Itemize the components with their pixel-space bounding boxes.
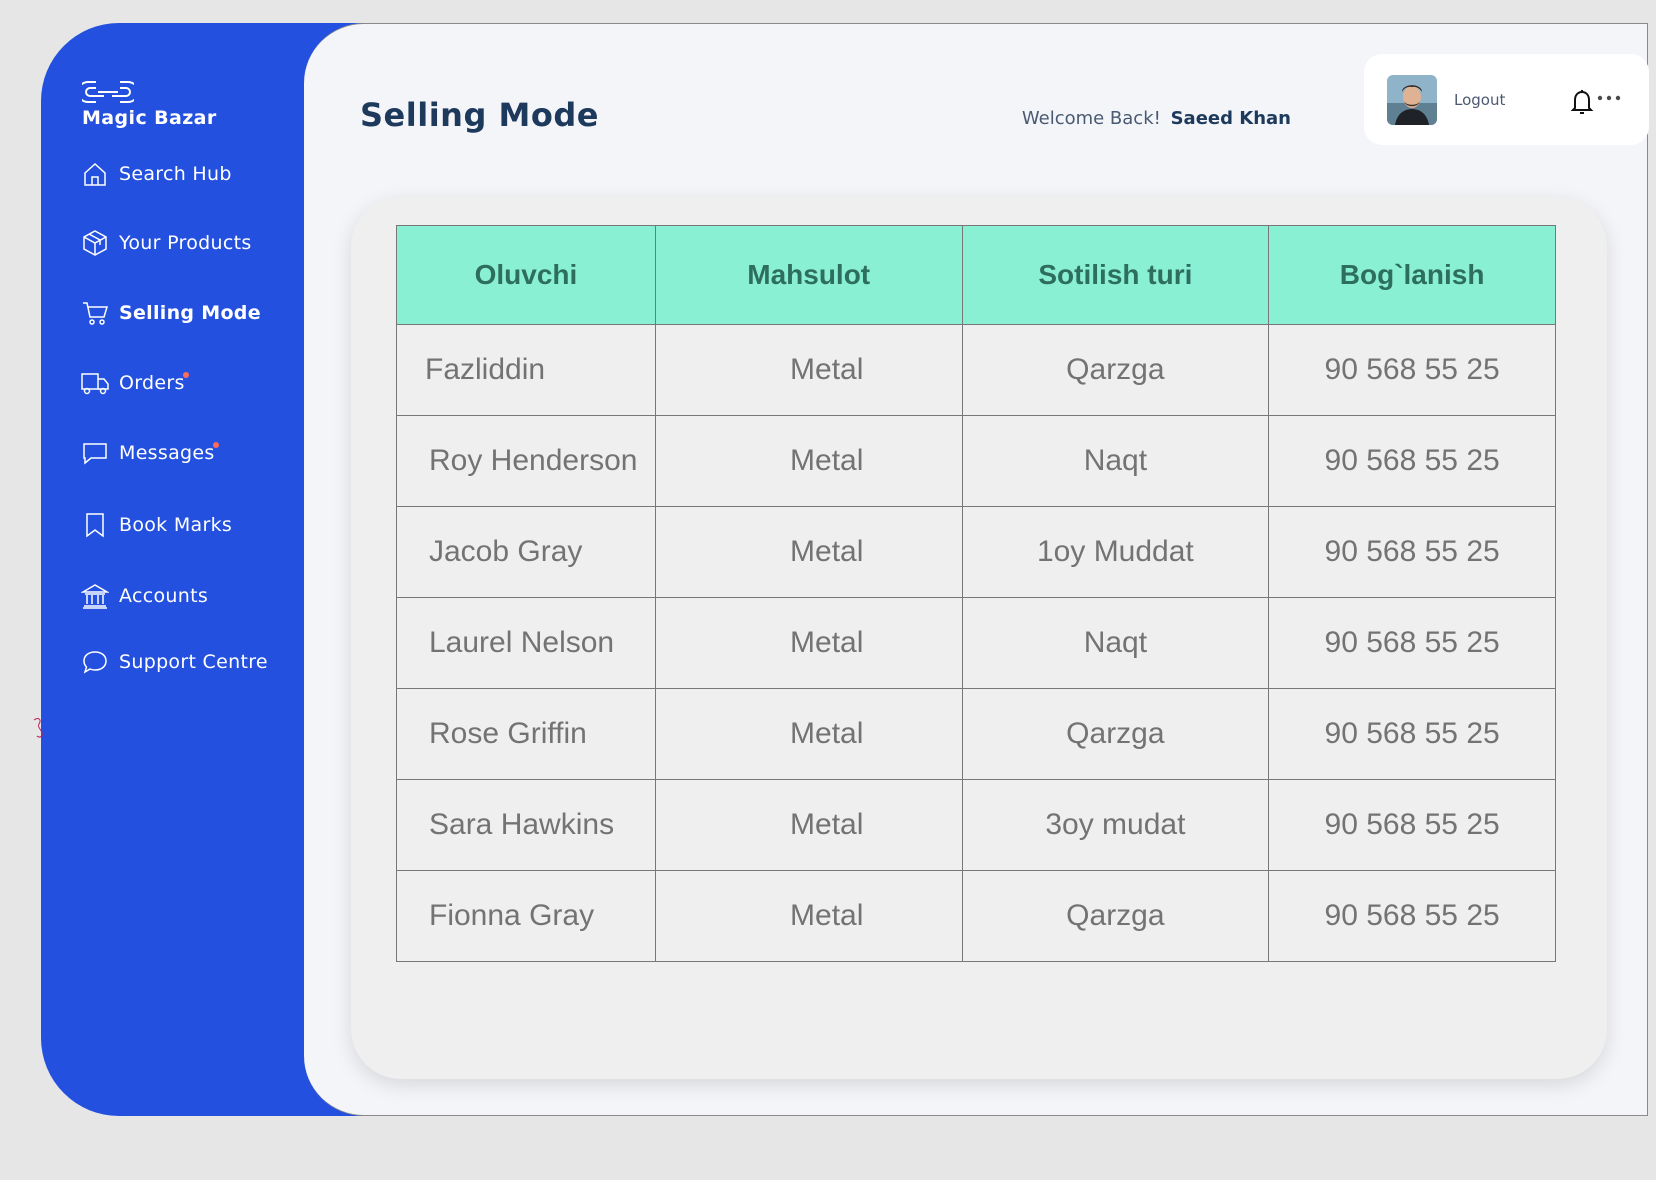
contact-cell: 90 568 55 25 [1268, 779, 1556, 871]
buyer-cell: Rose Griffin [396, 688, 656, 780]
sidebar-item-label: Accounts [119, 585, 209, 607]
main-content: Selling Mode Welcome Back! Saeed Khan Lo… [304, 23, 1649, 1116]
package-icon [81, 229, 109, 257]
sidebar-item-label: Support Centre [119, 651, 268, 673]
sale-type-cell: 3oy mudat [961, 779, 1270, 871]
welcome-message: Welcome Back! Saeed Khan [1022, 108, 1291, 129]
bookmark-icon [81, 511, 109, 539]
contact-cell: 90 568 55 25 [1268, 688, 1556, 780]
sale-type-cell: Qarzga [961, 870, 1270, 962]
sidebar-item-label: Search Hub [119, 163, 232, 185]
buyer-cell: Fionna Gray [396, 870, 656, 962]
page-title: Selling Mode [360, 96, 599, 134]
column-header-product[interactable]: Mahsulot [654, 225, 963, 325]
sidebar-item-label: Your Products [119, 232, 252, 254]
logo-icon [82, 81, 134, 103]
bank-icon [81, 582, 109, 610]
contact-cell: 90 568 55 25 [1268, 597, 1556, 689]
home-icon [81, 160, 109, 188]
user-name: Saeed Khan [1170, 108, 1291, 129]
sidebar-item-orders[interactable]: Orders [81, 369, 189, 397]
column-header-sale-type[interactable]: Sotilish turi [961, 225, 1270, 325]
sidebar-item-accounts[interactable]: Accounts [81, 582, 208, 610]
sale-type-cell: Qarzga [961, 688, 1270, 780]
table-row[interactable]: Roy Henderson Metal Naqt 90 568 55 25 [396, 415, 1556, 507]
sidebar-item-messages[interactable]: Messages [81, 439, 219, 467]
table-row[interactable]: Laurel Nelson Metal Naqt 90 568 55 25 [396, 597, 1556, 689]
product-cell: Metal [654, 870, 963, 962]
sale-type-cell: Naqt [961, 597, 1270, 689]
buyer-cell: Jacob Gray [396, 506, 656, 598]
sidebar-item-your-products[interactable]: Your Products [81, 229, 252, 257]
logout-button[interactable]: Logout [1454, 91, 1505, 109]
user-card: Logout [1364, 54, 1649, 145]
contact-cell: 90 568 55 25 [1268, 506, 1556, 598]
product-cell: Metal [654, 324, 963, 416]
product-cell: Metal [654, 779, 963, 871]
sidebar-item-search-hub[interactable]: Search Hub [81, 160, 232, 188]
avatar[interactable] [1387, 75, 1437, 125]
truck-icon [81, 369, 109, 397]
contact-cell: 90 568 55 25 [1268, 415, 1556, 507]
logo[interactable]: Magic Bazar [82, 79, 217, 129]
buyer-cell: Laurel Nelson [396, 597, 656, 689]
sale-type-cell: Qarzga [961, 324, 1270, 416]
notification-dot [212, 442, 219, 448]
buyer-cell: Sara Hawkins [396, 779, 656, 871]
table-row[interactable]: Sara Hawkins Metal 3oy mudat 90 568 55 2… [396, 779, 1556, 871]
sale-type-cell: Naqt [961, 415, 1270, 507]
scribble-mark [33, 718, 43, 738]
sidebar-item-label: Book Marks [119, 514, 233, 536]
table-row[interactable]: Fionna Gray Metal Qarzga 90 568 55 25 [396, 870, 1556, 962]
welcome-text: Welcome Back! [1021, 108, 1161, 129]
sale-type-cell: 1oy Muddat [961, 506, 1270, 598]
table-row[interactable]: Rose Griffin Metal Qarzga 90 568 55 25 [396, 688, 1556, 780]
sidebar-item-label: Orders [119, 372, 189, 394]
sidebar-item-selling-mode[interactable]: Selling Mode [81, 299, 261, 327]
sales-table-card: Oluvchi Mahsulot Sotilish turi Bog`lanis… [351, 197, 1607, 1079]
product-cell: Metal [654, 597, 963, 689]
buyer-cell: Fazliddin [396, 324, 656, 416]
contact-cell: 90 568 55 25 [1268, 870, 1556, 962]
product-cell: Metal [654, 688, 963, 780]
product-cell: Metal [654, 415, 963, 507]
sidebar-item-support-centre[interactable]: Support Centre [81, 648, 268, 676]
table-row[interactable]: Jacob Gray Metal 1oy Muddat 90 568 55 25 [396, 506, 1556, 598]
message-icon [81, 439, 109, 467]
table-header-row: Oluvchi Mahsulot Sotilish turi Bog`lanis… [396, 225, 1556, 325]
column-header-contact[interactable]: Bog`lanish [1268, 225, 1556, 325]
sidebar-item-label: Selling Mode [119, 302, 261, 324]
product-cell: Metal [654, 506, 963, 598]
table-row[interactable]: Fazliddin Metal Qarzga 90 568 55 25 [396, 324, 1556, 416]
bell-icon[interactable] [1570, 88, 1594, 116]
sidebar-item-label: Messages [119, 442, 219, 464]
notification-dot [182, 372, 189, 378]
more-options-icon[interactable] [1594, 88, 1624, 108]
sidebar-item-book-marks[interactable]: Book Marks [81, 511, 232, 539]
app-name: Magic Bazar [82, 107, 217, 129]
sales-table: Oluvchi Mahsulot Sotilish turi Bog`lanis… [396, 225, 1556, 962]
contact-cell: 90 568 55 25 [1268, 324, 1556, 416]
column-header-buyer[interactable]: Oluvchi [396, 225, 656, 325]
app-window: Magic Bazar Search Hub Your Products Sel… [41, 23, 1649, 1116]
chat-bubble-icon [81, 648, 109, 676]
cart-icon [81, 299, 109, 327]
buyer-cell: Roy Henderson [396, 415, 656, 507]
